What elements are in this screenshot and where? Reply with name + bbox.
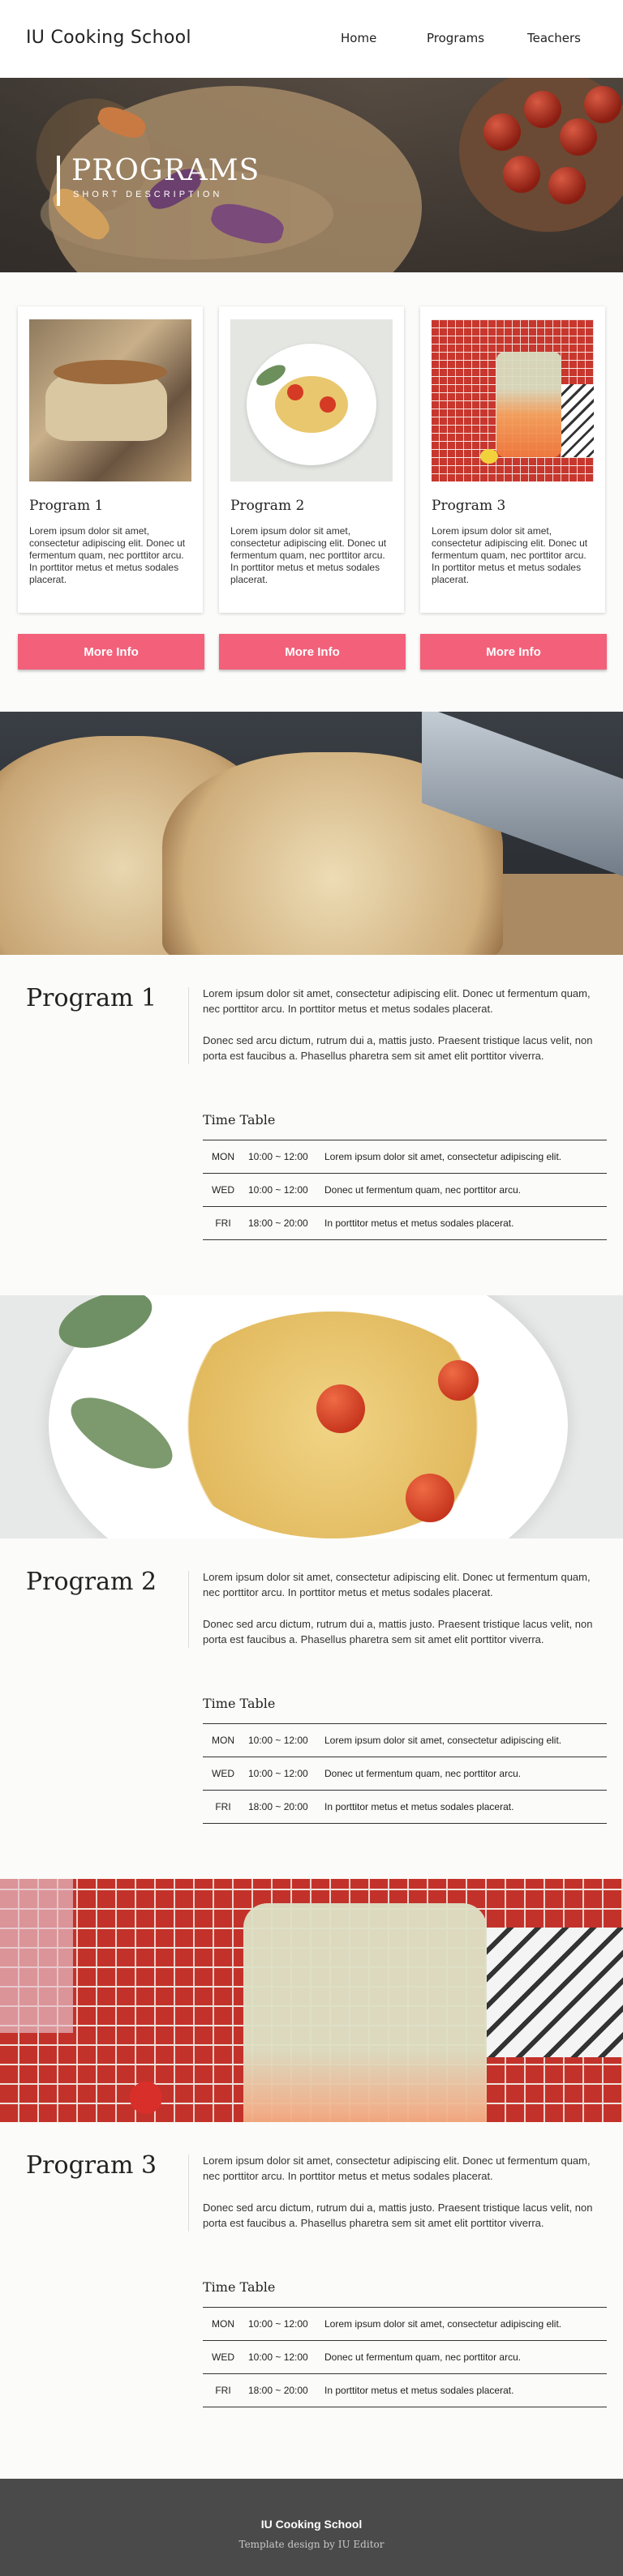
timetable-row: FRI 18:00 ~ 20:00 In porttitor metus et … — [203, 2373, 607, 2407]
session-description: In porttitor metus et metus sodales plac… — [324, 1217, 514, 1229]
time-label: 18:00 ~ 20:00 — [248, 1801, 308, 1812]
program-description: Donec sed arcu dictum, rutrum dui a, mat… — [203, 2202, 593, 2229]
day-label: FRI — [215, 1801, 231, 1812]
session-description: Donec ut fermentum quam, nec porttitor a… — [324, 1184, 522, 1196]
timetable-title: Time Table — [203, 2279, 276, 2295]
day-label: WED — [212, 1184, 234, 1196]
program-description: Donec sed arcu dictum, rutrum dui a, mat… — [203, 1618, 593, 1645]
time-label: 10:00 ~ 12:00 — [248, 2318, 308, 2330]
program-description: Lorem ipsum dolor sit amet, consectetur … — [203, 1571, 591, 1598]
session-description: Lorem ipsum dolor sit amet, consectetur … — [324, 2318, 562, 2330]
timetable: MON 10:00 ~ 12:00 Lorem ipsum dolor sit … — [203, 1140, 607, 1240]
tomato-image — [483, 113, 521, 151]
program-card-3: Program 3 Lorem ipsum dolor sit amet, co… — [420, 306, 605, 613]
timetable-row: MON 10:00 ~ 12:00 Lorem ipsum dolor sit … — [203, 1140, 607, 1173]
session-description: In porttitor metus et metus sodales plac… — [324, 1801, 514, 1812]
program-description: Lorem ipsum dolor sit amet, consectetur … — [203, 2155, 591, 2182]
day-label: WED — [212, 2351, 234, 2363]
program-title: Program 1 — [26, 984, 157, 1012]
day-label: WED — [212, 1768, 234, 1779]
timetable: MON 10:00 ~ 12:00 Lorem ipsum dolor sit … — [203, 2307, 607, 2407]
tomato-image — [524, 91, 561, 128]
card-title: Program 2 — [230, 498, 305, 514]
nav-item-home[interactable]: Home — [341, 31, 376, 45]
session-description: Donec ut fermentum quam, nec porttitor a… — [324, 1768, 522, 1779]
program-description: Donec sed arcu dictum, rutrum dui a, mat… — [203, 1034, 593, 1062]
time-label: 18:00 ~ 20:00 — [248, 2385, 308, 2396]
timetable-row: WED 10:00 ~ 12:00 Donec ut fermentum qua… — [203, 2340, 607, 2373]
bread-image — [29, 319, 191, 481]
site-header: IU Cooking School Home Programs Teachers — [0, 0, 623, 78]
tomato-image — [503, 156, 540, 193]
footer-credit: Template design by IU Editor — [238, 2539, 385, 2550]
hero-title: PROGRAMS — [71, 154, 260, 187]
card-description: Lorem ipsum dolor sit amet, consectetur … — [432, 525, 588, 585]
tomato-image — [560, 118, 597, 156]
time-label: 10:00 ~ 12:00 — [248, 1735, 308, 1746]
time-label: 10:00 ~ 12:00 — [248, 1151, 308, 1162]
session-description: Donec ut fermentum quam, nec porttitor a… — [324, 2351, 522, 2363]
site-logo[interactable]: IU Cooking School — [26, 28, 191, 48]
more-info-button[interactable]: More Info — [420, 634, 607, 670]
more-info-button[interactable]: More Info — [219, 634, 406, 670]
session-description: Lorem ipsum dolor sit amet, consectetur … — [324, 1735, 562, 1746]
program-card-2: Program 2 Lorem ipsum dolor sit amet, co… — [219, 306, 404, 613]
timetable-title: Time Table — [203, 1696, 276, 1711]
program-2-banner-image — [0, 1295, 623, 1538]
timetable-row: FRI 18:00 ~ 20:00 In porttitor metus et … — [203, 1206, 607, 1240]
timetable-row: WED 10:00 ~ 12:00 Donec ut fermentum qua… — [203, 1173, 607, 1206]
nav-item-teachers[interactable]: Teachers — [527, 31, 581, 45]
timetable-row: WED 10:00 ~ 12:00 Donec ut fermentum qua… — [203, 1757, 607, 1790]
timetable-row: FRI 18:00 ~ 20:00 In porttitor metus et … — [203, 1790, 607, 1824]
time-label: 10:00 ~ 12:00 — [248, 1768, 308, 1779]
timetable: MON 10:00 ~ 12:00 Lorem ipsum dolor sit … — [203, 1723, 607, 1824]
timetable-row: MON 10:00 ~ 12:00 Lorem ipsum dolor sit … — [203, 1723, 607, 1757]
card-description: Lorem ipsum dolor sit amet, consectetur … — [230, 525, 387, 585]
nav-item-programs[interactable]: Programs — [427, 31, 484, 45]
program-card-1: Program 1 Lorem ipsum dolor sit amet, co… — [18, 306, 203, 613]
day-label: FRI — [215, 1217, 231, 1229]
program-3-banner-image — [0, 1879, 623, 2122]
footer-site-name: IU Cooking School — [260, 2518, 363, 2531]
day-label: MON — [212, 1735, 234, 1746]
tomato-image — [548, 167, 586, 204]
tomato-image — [584, 86, 621, 123]
gnocchi-image — [230, 319, 393, 481]
program-title: Program 2 — [26, 1568, 157, 1596]
card-title: Program 3 — [432, 498, 506, 514]
timetable-title: Time Table — [203, 1112, 276, 1128]
program-1-banner-image — [0, 712, 623, 955]
more-info-button[interactable]: More Info — [18, 634, 204, 670]
site-footer: IU Cooking School Template design by IU … — [0, 2479, 623, 2576]
divider — [188, 987, 189, 1064]
card-title: Program 1 — [29, 498, 104, 514]
time-label: 18:00 ~ 20:00 — [248, 1217, 308, 1229]
day-label: MON — [212, 1151, 234, 1162]
hero-subtitle: SHORT DESCRIPTION — [73, 190, 223, 199]
program-description: Lorem ipsum dolor sit amet, consectetur … — [203, 987, 591, 1015]
divider — [188, 1571, 189, 1648]
timetable-row: MON 10:00 ~ 12:00 Lorem ipsum dolor sit … — [203, 2307, 607, 2340]
program-title: Program 3 — [26, 2151, 157, 2180]
divider — [188, 2155, 189, 2232]
time-label: 10:00 ~ 12:00 — [248, 1184, 308, 1196]
session-description: Lorem ipsum dolor sit amet, consectetur … — [324, 1151, 562, 1162]
time-label: 10:00 ~ 12:00 — [248, 2351, 308, 2363]
day-label: FRI — [215, 2385, 231, 2396]
card-description: Lorem ipsum dolor sit amet, consectetur … — [29, 525, 186, 585]
juice-image — [432, 319, 594, 481]
session-description: In porttitor metus et metus sodales plac… — [324, 2385, 514, 2396]
day-label: MON — [212, 2318, 234, 2330]
hero-accent-bar — [57, 156, 60, 206]
